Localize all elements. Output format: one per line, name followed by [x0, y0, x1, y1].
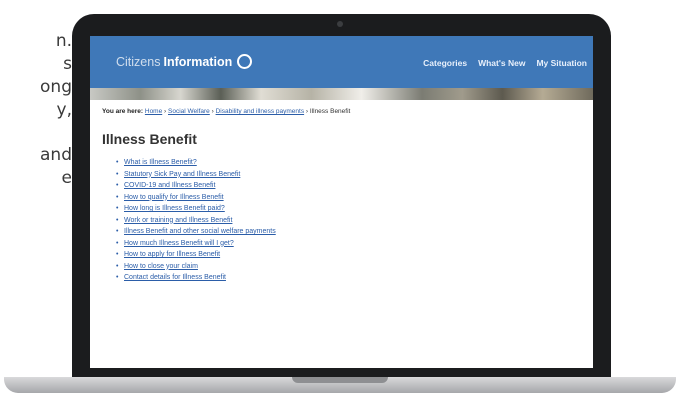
header-banner-image — [90, 88, 593, 100]
breadcrumb-home[interactable]: Home — [145, 108, 162, 115]
main-content: You are here: Home › Social Welfare › Di… — [90, 100, 593, 294]
breadcrumb-current: Illness Benefit — [309, 108, 351, 115]
list-item: • Contact details for Illness Benefit — [116, 274, 581, 286]
laptop-base — [4, 377, 676, 393]
bullet-icon: • — [116, 170, 119, 178]
logo-text-light: Citizens — [116, 54, 161, 69]
contents-link[interactable]: How to apply for Illness Benefit — [124, 251, 220, 258]
list-item: • How long is Illness Benefit paid? — [116, 205, 581, 217]
site-header: Citizens Information Categories What's N… — [90, 36, 593, 88]
breadcrumb-disability[interactable]: Disability and illness payments — [216, 108, 305, 115]
site-logo[interactable]: Citizens Information — [116, 54, 253, 69]
bullet-icon: • — [116, 159, 119, 166]
cropped-article-text: n. s ong y, and e — [0, 30, 72, 190]
bullet-icon: • — [116, 262, 119, 270]
list-item: • How to close your claim — [116, 263, 581, 275]
list-item: • How to apply for Illness Benefit — [116, 251, 581, 263]
bullet-icon: • — [116, 228, 119, 235]
bullet-icon: • — [116, 193, 119, 201]
contents-link[interactable]: How much Illness Benefit will I get? — [124, 240, 234, 247]
bullet-icon: • — [116, 251, 119, 258]
main-nav: Categories What's New My Situation — [423, 58, 587, 68]
contents-link[interactable]: How to qualify for Illness Benefit — [124, 194, 224, 201]
list-item: • What is Illness Benefit? — [116, 159, 581, 171]
article-line: and — [40, 145, 72, 165]
list-item: • How to qualify for Illness Benefit — [116, 194, 581, 206]
list-item: • How much Illness Benefit will I get? — [116, 240, 581, 252]
contents-link[interactable]: COVID-19 and Illness Benefit — [124, 182, 215, 189]
breadcrumb: You are here: Home › Social Welfare › Di… — [102, 108, 351, 115]
article-line: n. — [55, 31, 72, 51]
list-item: • Statutory Sick Pay and Illness Benefit — [116, 171, 581, 183]
contents-list: • What is Illness Benefit? • Statutory Sic… — [102, 159, 581, 286]
list-item: • Illness Benefit and other social welfar… — [116, 228, 581, 240]
breadcrumb-social-welfare[interactable]: Social Welfare — [168, 108, 210, 115]
laptop-screen: Citizens Information Categories What's N… — [90, 36, 593, 368]
laptop-notch — [292, 377, 388, 383]
list-item: • COVID-19 and Illness Benefit — [116, 182, 581, 194]
contents-link[interactable]: What is Illness Benefit? — [124, 159, 197, 166]
article-line: y, — [56, 100, 72, 120]
article-line: e — [61, 168, 72, 188]
bullet-icon: • — [116, 239, 119, 247]
contents-link[interactable]: Illness Benefit and other social welfare… — [124, 228, 276, 235]
contents-link[interactable]: Statutory Sick Pay and Illness Benefit — [124, 171, 240, 178]
contents-link[interactable]: How long is Illness Benefit paid? — [124, 205, 225, 212]
article-line: ong — [40, 77, 72, 97]
breadcrumb-prefix: You are here: — [102, 108, 144, 115]
article-line — [0, 122, 72, 144]
bullet-icon: • — [116, 182, 119, 189]
bullet-icon: • — [116, 205, 119, 212]
nav-my-situation[interactable]: My Situation — [536, 58, 587, 68]
contents-link[interactable]: Work or training and Illness Benefit — [124, 217, 232, 224]
contents-link[interactable]: How to close your claim — [124, 263, 198, 270]
page-title: Illness Benefit — [102, 131, 197, 147]
nav-categories[interactable]: Categories — [423, 58, 467, 68]
list-item: • Work or training and Illness Benefit — [116, 217, 581, 229]
bullet-icon: • — [116, 216, 119, 224]
laptop-bezel: Citizens Information Categories What's N… — [72, 14, 611, 384]
article-line: s — [63, 54, 72, 74]
logo-text-bold: Information — [163, 54, 233, 69]
contents-link[interactable]: Contact details for Illness Benefit — [124, 274, 226, 281]
nav-whats-new[interactable]: What's New — [478, 58, 525, 68]
bullet-icon: • — [116, 274, 119, 281]
camera-icon — [337, 21, 343, 27]
logo-ring-icon — [237, 54, 253, 69]
